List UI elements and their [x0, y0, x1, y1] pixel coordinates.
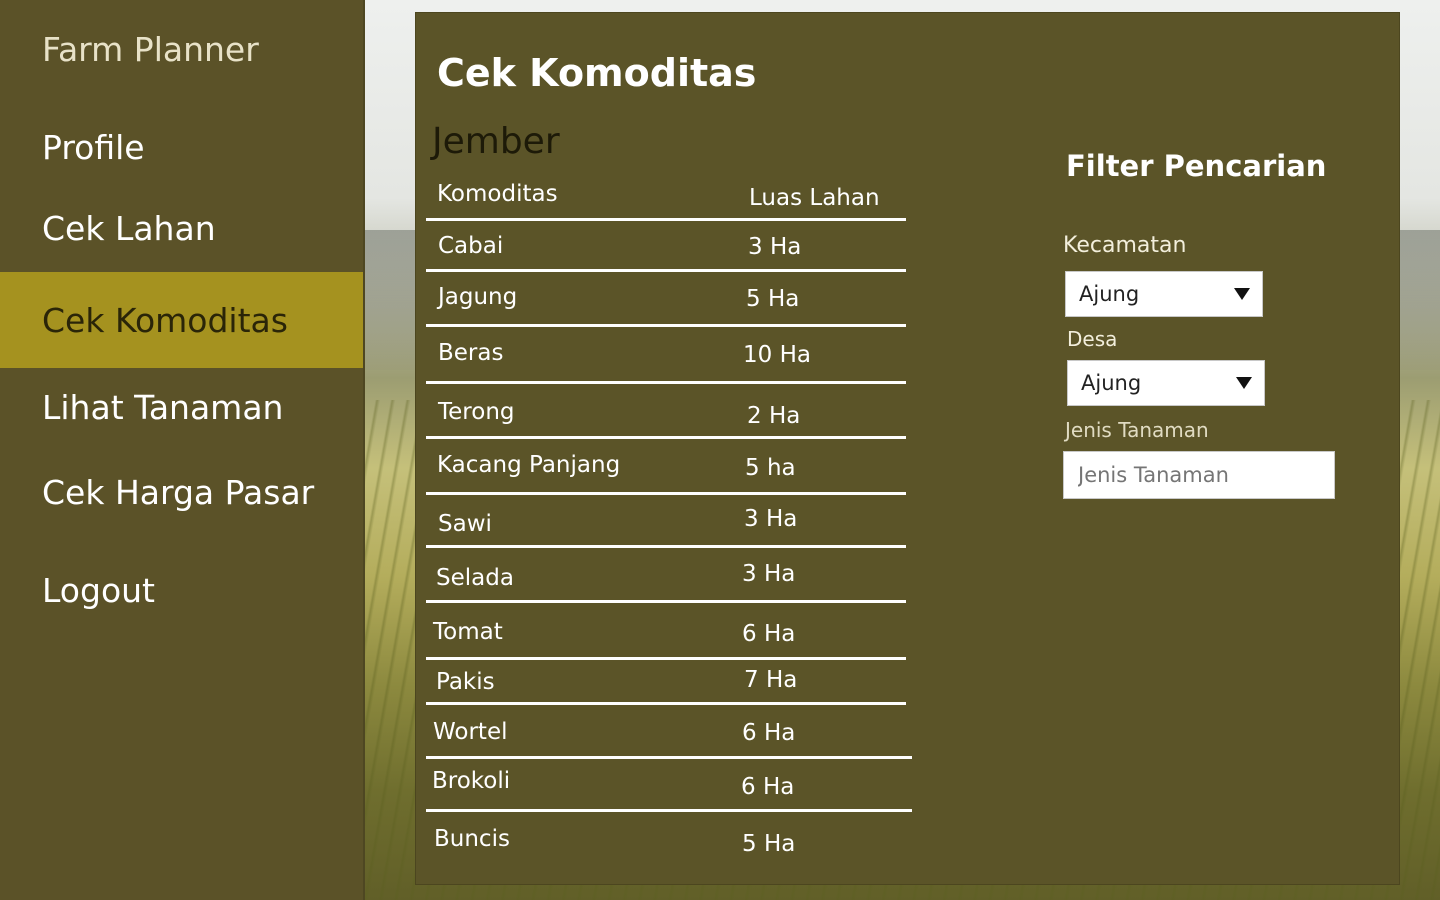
jenis-tanaman-input[interactable] [1063, 451, 1335, 499]
filter-title: Filter Pencarian [1066, 149, 1327, 183]
row-divider [426, 600, 906, 603]
table-cell-commodity: Wortel [433, 719, 508, 745]
table-cell-commodity: Beras [438, 340, 504, 366]
kecamatan-select[interactable]: Ajung [1065, 271, 1263, 317]
desa-value: Ajung [1081, 371, 1142, 395]
table-cell-area: 6 Ha [742, 720, 796, 746]
row-divider [426, 756, 912, 759]
table-cell-area: 7 Ha [744, 667, 798, 693]
table-cell-area: 3 Ha [748, 234, 802, 260]
row-divider [426, 657, 906, 660]
table-cell-area: 10 Ha [743, 342, 811, 368]
sidebar-item-lihat-tanaman[interactable]: Lihat Tanaman [0, 359, 363, 455]
row-divider [426, 809, 912, 812]
region-name: Jember [432, 121, 560, 162]
row-divider [426, 492, 906, 495]
table-cell-area: 3 Ha [744, 506, 798, 532]
table-cell-area: 5 ha [745, 455, 796, 481]
row-divider [426, 269, 906, 272]
main-panel: Cek Komoditas Jember Komoditas Luas Laha… [415, 12, 1400, 885]
desa-select[interactable]: Ajung [1067, 360, 1265, 406]
table-cell-area: 3 Ha [742, 561, 796, 587]
row-divider [426, 436, 906, 439]
table-cell-area: 6 Ha [742, 621, 796, 647]
header-divider [426, 218, 906, 221]
column-header-luas-lahan: Luas Lahan [749, 185, 880, 211]
table-cell-area: 5 Ha [742, 831, 796, 857]
row-divider [426, 381, 906, 384]
sidebar-item-cek-lahan[interactable]: Cek Lahan [0, 180, 363, 276]
table-cell-commodity: Jagung [438, 284, 518, 310]
table-cell-commodity: Sawi [438, 511, 492, 537]
kecamatan-value: Ajung [1079, 282, 1140, 306]
table-cell-commodity: Terong [438, 399, 515, 425]
app-title: Farm Planner [42, 30, 259, 69]
sidebar: Farm Planner Profile Cek Lahan Cek Komod… [0, 0, 365, 900]
table-cell-commodity: Selada [436, 565, 514, 591]
table-cell-area: 6 Ha [741, 774, 795, 800]
row-divider [426, 324, 906, 327]
table-cell-commodity: Pakis [436, 669, 495, 695]
page-title: Cek Komoditas [437, 51, 757, 95]
table-cell-area: 2 Ha [747, 403, 801, 429]
jenis-tanaman-label: Jenis Tanaman [1065, 418, 1209, 442]
kecamatan-label: Kecamatan [1063, 233, 1187, 258]
sidebar-item-logout[interactable]: Logout [0, 542, 363, 638]
table-cell-commodity: Kacang Panjang [437, 452, 621, 478]
table-cell-commodity: Brokoli [432, 768, 511, 794]
caret-down-icon [1236, 377, 1252, 389]
caret-down-icon [1234, 288, 1250, 300]
desa-label: Desa [1067, 327, 1118, 351]
row-divider [426, 702, 906, 705]
sidebar-item-cek-komoditas[interactable]: Cek Komoditas [0, 272, 363, 368]
table-cell-area: 5 Ha [746, 286, 800, 312]
table-cell-commodity: Buncis [434, 826, 510, 852]
table-cell-commodity: Tomat [433, 619, 503, 645]
table-cell-commodity: Cabai [438, 233, 504, 259]
column-header-komoditas: Komoditas [437, 181, 558, 207]
sidebar-item-cek-harga-pasar[interactable]: Cek Harga Pasar [0, 444, 363, 540]
row-divider [426, 545, 906, 548]
